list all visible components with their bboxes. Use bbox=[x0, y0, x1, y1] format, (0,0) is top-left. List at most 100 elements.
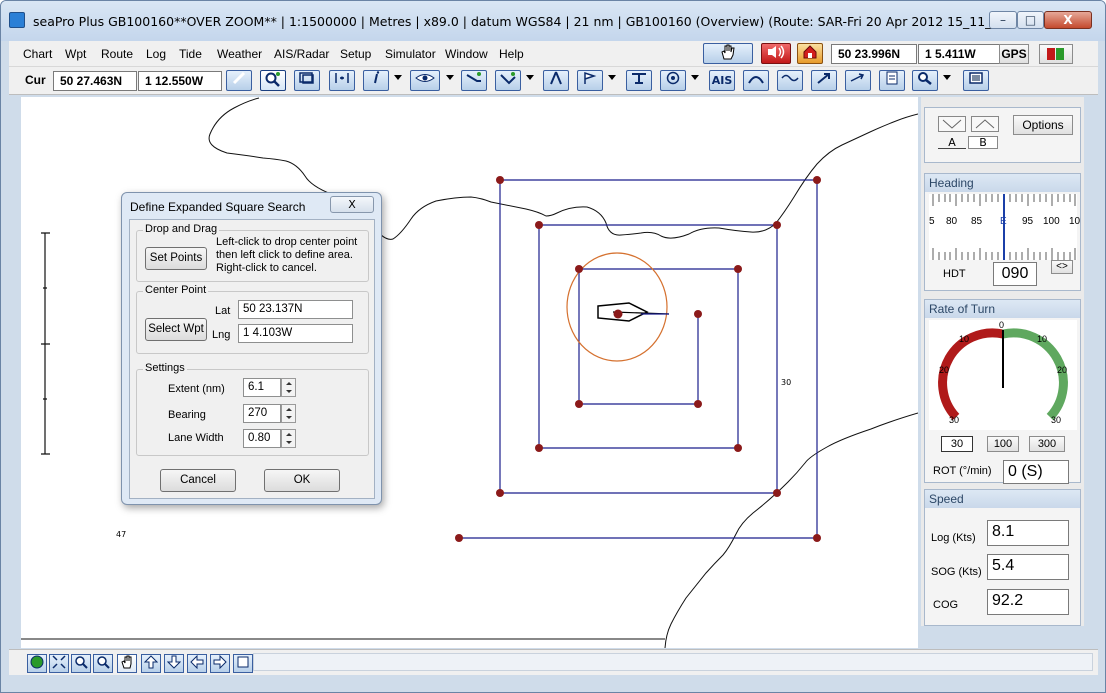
lane-width-input[interactable]: 0.80 bbox=[243, 429, 281, 448]
menu-chart[interactable]: Chart bbox=[23, 47, 52, 61]
lng-label: Lng bbox=[212, 329, 231, 341]
view-dropdown-arrow[interactable] bbox=[446, 75, 454, 80]
heading-nudge-button[interactable]: <> bbox=[1051, 260, 1073, 274]
horizontal-scrollbar[interactable] bbox=[253, 653, 1093, 671]
expanded-square-search-dialog: Define Expanded Square Search X Drop and… bbox=[121, 192, 382, 505]
heading-tick: 10 bbox=[1069, 216, 1081, 227]
heading-panel: Heading 5 80 85 E 95 100 10 HDT 090 <> bbox=[924, 173, 1081, 291]
close-window-button[interactable]: X bbox=[1044, 11, 1092, 29]
center-lat-input[interactable]: 50 23.137N bbox=[238, 300, 353, 319]
ais-button[interactable]: AIS bbox=[709, 70, 735, 91]
menu-window[interactable]: Window bbox=[445, 47, 488, 61]
heading-tick: 85 bbox=[971, 216, 983, 227]
track-button[interactable] bbox=[777, 70, 803, 91]
fullscreen-icon bbox=[237, 656, 249, 668]
maximize-button[interactable]: □ bbox=[1017, 11, 1044, 29]
notes-button[interactable] bbox=[879, 70, 905, 91]
minimize-button[interactable]: – bbox=[989, 11, 1017, 29]
home-position-button[interactable] bbox=[797, 43, 823, 64]
display-toggle-button[interactable] bbox=[963, 70, 989, 91]
menu-tide[interactable]: Tide bbox=[179, 47, 202, 61]
own-vessel-icon[interactable] bbox=[597, 302, 670, 322]
extent-input[interactable]: 6.1 bbox=[243, 378, 281, 397]
options-button[interactable]: Options bbox=[1013, 115, 1073, 135]
arrow-up-icon bbox=[143, 655, 159, 669]
fullscreen-button[interactable] bbox=[233, 654, 253, 673]
route-dropdown-arrow[interactable] bbox=[526, 75, 534, 80]
mark-button[interactable] bbox=[577, 70, 603, 91]
lane-width-label: Lane Width bbox=[168, 432, 224, 444]
settings-title: Settings bbox=[143, 362, 187, 374]
rot-range-300-button[interactable]: 300 bbox=[1029, 436, 1065, 452]
instruction-line-3: Right-click to cancel. bbox=[216, 262, 317, 274]
select-wpt-button[interactable]: Select Wpt bbox=[145, 318, 207, 341]
radar-button[interactable] bbox=[743, 70, 769, 91]
weather-button[interactable] bbox=[845, 70, 871, 91]
ok-button[interactable]: OK bbox=[264, 469, 340, 492]
dividers-button[interactable] bbox=[543, 70, 569, 91]
zoom-in-button[interactable] bbox=[71, 654, 91, 673]
zoom-area-button[interactable] bbox=[260, 70, 286, 91]
extent-spinner[interactable] bbox=[281, 378, 296, 397]
target-button[interactable] bbox=[660, 70, 686, 91]
mob-alarm-button[interactable] bbox=[761, 43, 791, 64]
radar-arc-icon bbox=[748, 76, 764, 84]
search-waypoints[interactable] bbox=[455, 176, 821, 542]
search-button[interactable] bbox=[912, 70, 938, 91]
menu-wpt[interactable]: Wpt bbox=[65, 47, 86, 61]
zoom-fit-button[interactable] bbox=[49, 654, 69, 673]
pan-down-button[interactable] bbox=[164, 654, 184, 673]
info-button[interactable] bbox=[363, 70, 389, 91]
rot-range-30-button[interactable]: 30 bbox=[941, 436, 973, 452]
measure-bars-icon bbox=[335, 73, 349, 83]
pan-button[interactable] bbox=[117, 654, 137, 673]
display-icon bbox=[969, 72, 983, 84]
pan-hand-button[interactable] bbox=[703, 43, 753, 64]
gps-button[interactable]: GPS bbox=[999, 44, 1029, 64]
chart-select-button[interactable] bbox=[294, 70, 320, 91]
set-points-button[interactable]: Set Points bbox=[145, 247, 207, 270]
pan-right-button[interactable] bbox=[210, 654, 230, 673]
hdt-label: HDT bbox=[943, 268, 966, 280]
dialog-close-button[interactable]: X bbox=[330, 196, 374, 213]
speed-panel-title: Speed bbox=[925, 490, 1080, 508]
new-route-button[interactable] bbox=[461, 70, 487, 91]
speed-panel: Speed Log (Kts) 8.1 SOG (Kts) 5.4 COG 92… bbox=[924, 489, 1081, 626]
panel-up-button[interactable] bbox=[971, 116, 999, 132]
bearing-input[interactable]: 270 bbox=[243, 404, 281, 423]
menu-help[interactable]: Help bbox=[499, 47, 524, 61]
ruler-button[interactable] bbox=[226, 70, 252, 91]
tide-station-button[interactable] bbox=[626, 70, 652, 91]
menu-ais-radar[interactable]: AIS/Radar bbox=[274, 47, 329, 61]
rate-of-turn-panel: Rate of Turn 0 10 10 20 20 30 30 30 10 0 … bbox=[924, 299, 1081, 484]
zoom-out-button[interactable] bbox=[93, 654, 113, 673]
lane-width-spinner[interactable] bbox=[281, 429, 296, 448]
vector-button[interactable] bbox=[811, 70, 837, 91]
target-dropdown-arrow[interactable] bbox=[691, 75, 699, 80]
tab-a[interactable]: A bbox=[938, 136, 966, 149]
info-dropdown-arrow[interactable] bbox=[394, 75, 402, 80]
pan-up-button[interactable] bbox=[141, 654, 161, 673]
search-dropdown-arrow[interactable] bbox=[943, 75, 951, 80]
route-edit-icon bbox=[500, 72, 516, 85]
menu-weather[interactable]: Weather bbox=[217, 47, 262, 61]
bearing-spinner[interactable] bbox=[281, 404, 296, 423]
tab-b[interactable]: B bbox=[968, 136, 998, 149]
menu-setup[interactable]: Setup bbox=[340, 47, 371, 61]
window-title: seaPro Plus GB100160**OVER ZOOM** | 1:15… bbox=[33, 14, 1091, 29]
view-button[interactable] bbox=[410, 70, 440, 91]
cog-label: COG bbox=[933, 599, 959, 611]
measure-button[interactable] bbox=[329, 70, 355, 91]
mark-dropdown-arrow[interactable] bbox=[608, 75, 616, 80]
rot-range-100-button[interactable]: 100 bbox=[987, 436, 1019, 452]
panel-down-button[interactable] bbox=[938, 116, 966, 132]
menu-route[interactable]: Route bbox=[101, 47, 133, 61]
menu-simulator[interactable]: Simulator bbox=[385, 47, 436, 61]
center-lng-input[interactable]: 1 4.103W bbox=[238, 324, 353, 343]
edit-route-button[interactable] bbox=[495, 70, 521, 91]
pan-left-button[interactable] bbox=[187, 654, 207, 673]
cancel-button[interactable]: Cancel bbox=[160, 469, 236, 492]
menu-log[interactable]: Log bbox=[146, 47, 166, 61]
globe-button[interactable] bbox=[27, 654, 47, 673]
globe-icon bbox=[30, 655, 44, 669]
